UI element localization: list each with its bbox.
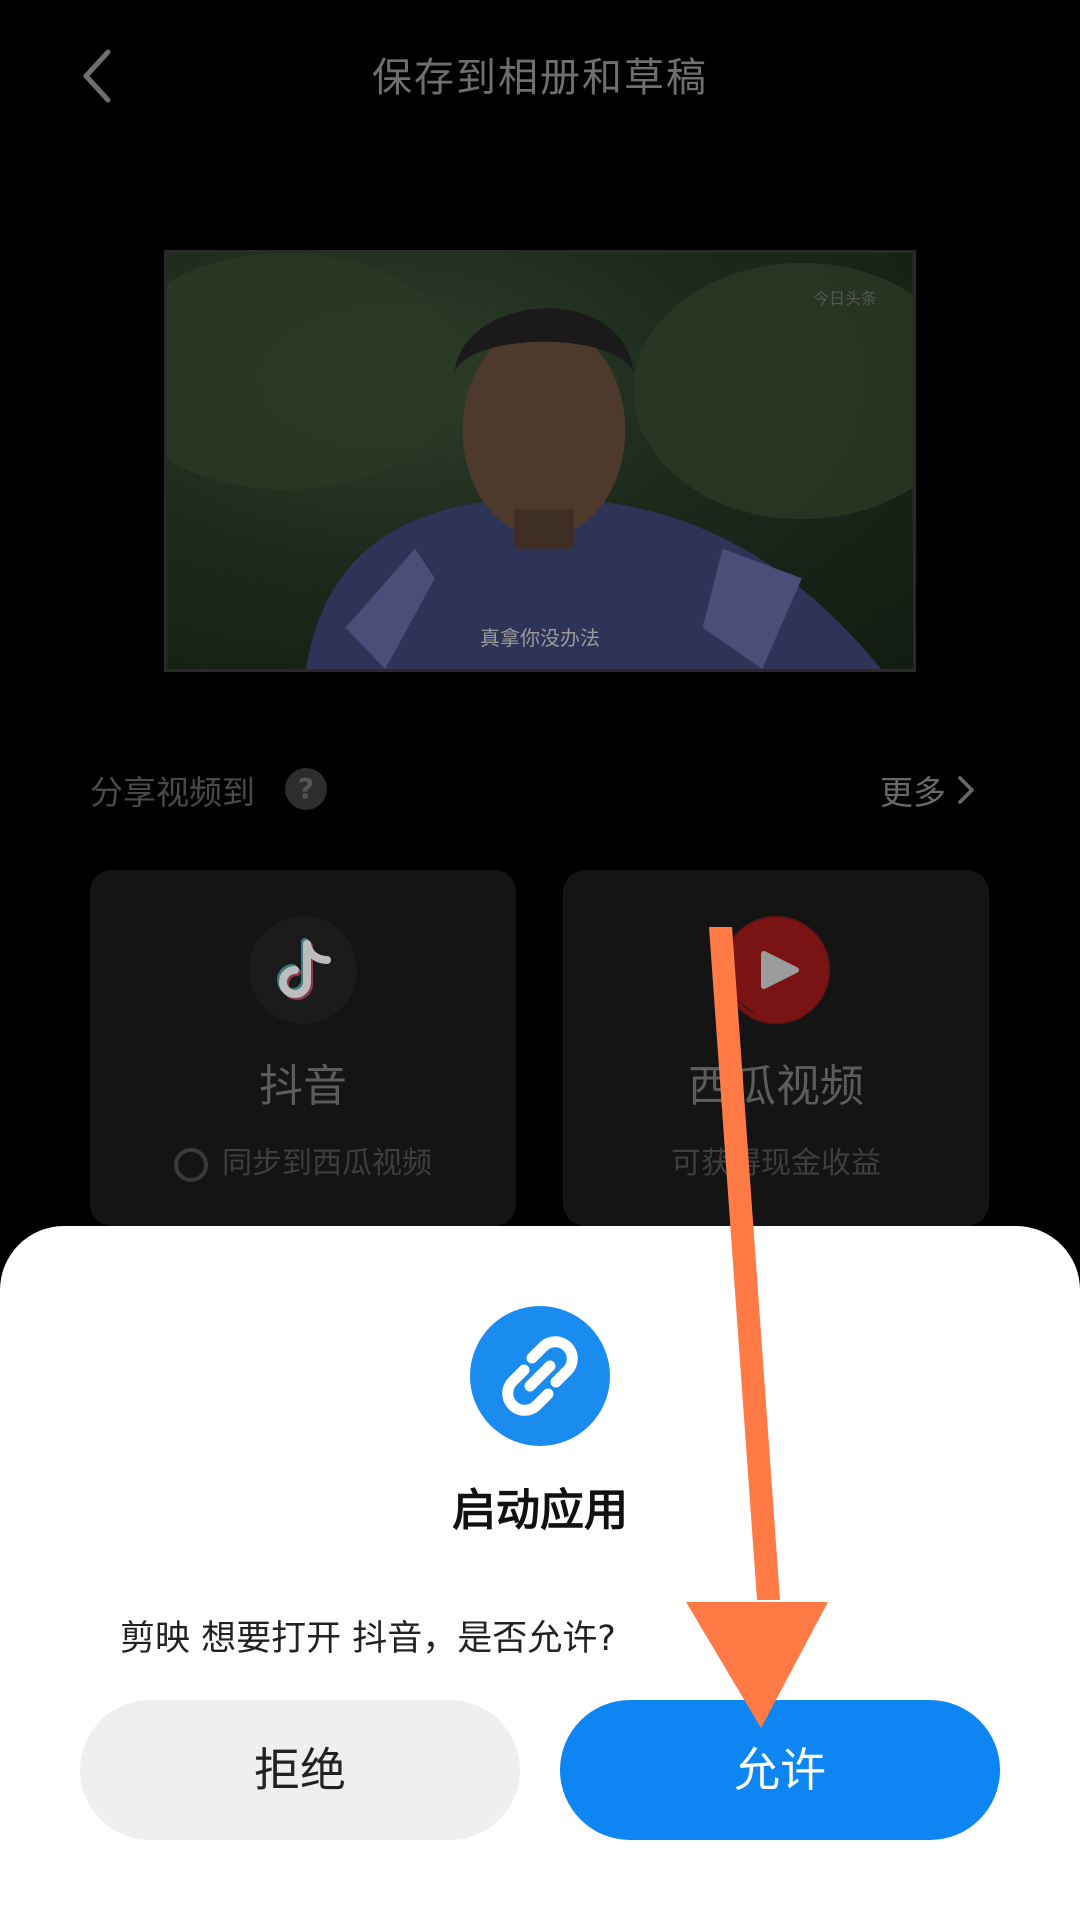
more-label: 更多 [880,773,946,812]
douyin-logo-icon [249,916,357,1024]
dialog-message: 剪映 想要打开 抖音，是否允许? [120,1619,616,1659]
xigua-logo-icon [722,916,830,1024]
watermark-text: 今日头条 [812,289,877,308]
deny-button[interactable]: 拒绝 [80,1700,520,1840]
link-icon [470,1306,610,1446]
question-icon[interactable]: ? [285,768,327,810]
share-card-xigua[interactable]: 西瓜视频 可获得现金收益 [563,870,989,1226]
chevron-right-icon [958,776,974,804]
share-card-douyin[interactable]: 抖音 同步到西瓜视频 [90,870,516,1226]
radio-unchecked-icon[interactable] [174,1147,208,1182]
launch-app-dialog: 启动应用 剪映 想要打开 抖音，是否允许? 拒绝 允许 [0,1226,1080,1920]
top-bar: 保存到相册和草稿 [0,0,1080,150]
allow-button[interactable]: 允许 [560,1700,1000,1840]
video-preview[interactable]: 今日头条 真拿你没办法 [164,250,916,672]
sync-option-label: 同步到西瓜视频 [222,1146,432,1181]
card-subtitle: 可获得现金收益 [671,1146,881,1181]
video-thumbnail [167,253,913,669]
share-section-label: 分享视频到 [90,773,255,812]
video-subtitle: 真拿你没办法 [480,626,600,650]
card-title: 抖音 [259,1061,347,1112]
page-title: 保存到相册和草稿 [372,55,708,101]
dialog-title: 启动应用 [452,1485,628,1536]
card-title: 西瓜视频 [688,1061,864,1112]
sync-option[interactable]: 同步到西瓜视频 [90,1138,516,1182]
